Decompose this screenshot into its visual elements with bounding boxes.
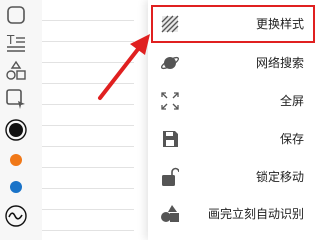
menu-item-label: 锁定移动 <box>255 170 304 184</box>
menu-item-save[interactable]: 保存 <box>148 122 320 156</box>
select-cursor-icon[interactable] <box>3 86 29 112</box>
drawing-canvas[interactable] <box>42 0 134 240</box>
menu-item-label: 网络搜索 <box>255 56 304 70</box>
menu-item-fullscreen[interactable]: 全屏 <box>148 84 320 118</box>
svg-text:T: T <box>6 33 15 47</box>
blue-swatch <box>10 181 22 193</box>
shapes-auto-icon <box>160 204 180 224</box>
tool-sidebar: T <box>0 0 42 240</box>
unlock-icon <box>160 167 180 187</box>
orange-swatch <box>10 154 22 166</box>
menu-item-lock-move[interactable]: 锁定移动 <box>148 160 320 194</box>
text-format-icon[interactable]: T <box>3 30 29 56</box>
color-black-selected[interactable] <box>3 117 29 143</box>
wave-stroke-icon[interactable] <box>3 203 29 229</box>
menu-item-web-search[interactable]: 网络搜索 <box>148 46 320 80</box>
save-icon <box>160 129 180 149</box>
highlight-box <box>151 5 315 43</box>
square-shape-icon[interactable] <box>3 2 29 28</box>
shapes-icon[interactable] <box>3 58 29 84</box>
color-blue[interactable] <box>3 174 29 200</box>
planet-icon <box>160 53 180 73</box>
menu-item-label: 保存 <box>279 132 304 146</box>
menu-item-label: 全屏 <box>279 94 304 108</box>
menu-item-auto-recognize[interactable]: 画完立刻自动识别 <box>148 197 320 231</box>
menu-item-label: 画完立刻自动识别 <box>207 207 304 221</box>
fullscreen-icon <box>160 91 180 111</box>
color-orange[interactable] <box>3 147 29 173</box>
